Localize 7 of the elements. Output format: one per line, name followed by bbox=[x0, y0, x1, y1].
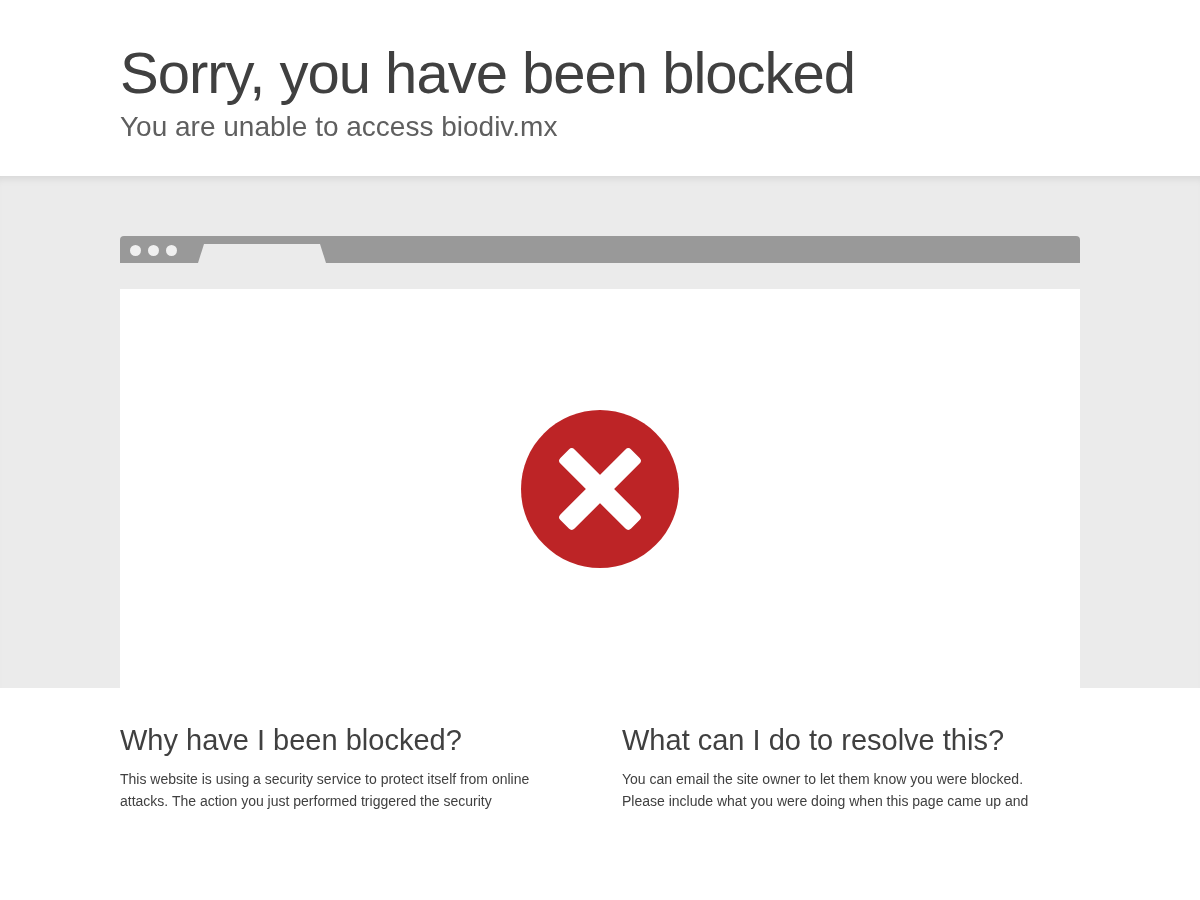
page-subtitle: You are unable to access biodiv.mx bbox=[120, 110, 558, 144]
section-text: This website is using a security service to protect itself from online attacks. The action you just performed triggered the security bbox=[120, 770, 530, 811]
page-title: Sorry, you have been blocked bbox=[120, 40, 856, 106]
section-heading: What can I do to resolve this? bbox=[622, 723, 1005, 758]
section-heading: Why have I been blocked? bbox=[120, 723, 462, 758]
section-text: You can email the site owner to let them know you were blocked. Please include what you were doing when this page came up and bbox=[622, 770, 1029, 811]
error-icon bbox=[520, 408, 680, 569]
